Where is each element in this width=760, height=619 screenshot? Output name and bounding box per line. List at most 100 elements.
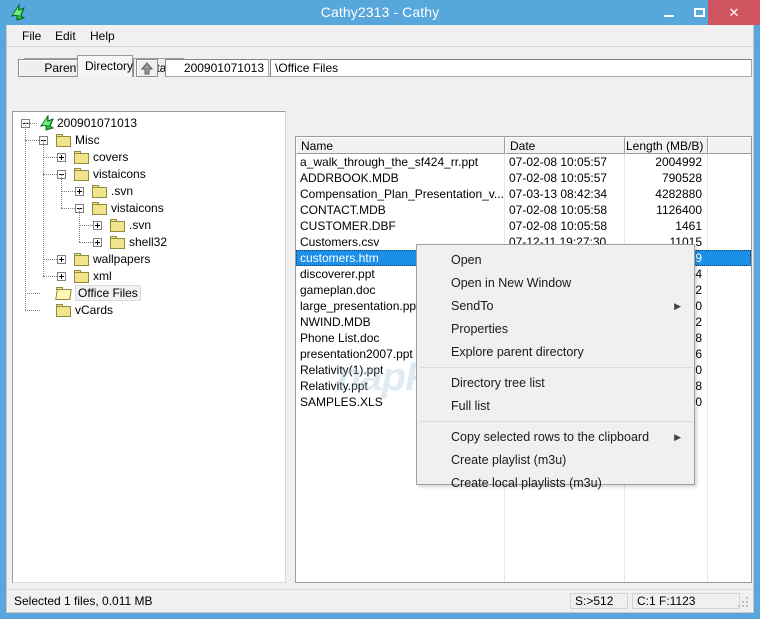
context-menu-item[interactable]: Properties	[418, 318, 695, 341]
tree-connector	[43, 174, 57, 175]
cathy-app-icon	[8, 3, 28, 22]
folder-icon	[74, 168, 90, 181]
file-date: 07-02-08 10:05:57	[509, 171, 608, 185]
directory-tree[interactable]: 200901071013 Misc covers vistaicons .svn vist…	[12, 111, 286, 583]
context-menu-separator	[420, 421, 693, 422]
context-menu-item[interactable]: Create local playlists (m3u)	[418, 472, 695, 495]
context-menu-item-label: Copy selected rows to the clipboard	[451, 430, 650, 444]
column-header-length[interactable]: Length (MB/B)	[625, 137, 708, 154]
file-row[interactable]: a_walk_through_the_sf424_rr.ppt 07-02-08 …	[296, 154, 751, 170]
context-menu-item[interactable]: Open	[418, 249, 695, 272]
close-button[interactable]: ✕	[708, 0, 760, 25]
context-menu-item[interactable]: Create playlist (m3u)	[418, 449, 695, 472]
file-length: 2004992	[655, 155, 702, 169]
tree-connector	[43, 140, 44, 276]
menu-item-help[interactable]: Help	[85, 28, 120, 44]
tree-connector	[79, 225, 93, 226]
tree-node-label: covers	[93, 150, 129, 164]
expand-icon[interactable]	[93, 238, 102, 247]
folder-open-icon	[55, 287, 72, 300]
folder-icon	[74, 151, 90, 164]
tree-node[interactable]: Office Files	[13, 285, 285, 302]
file-row[interactable]: CUSTOMER.DBF 07-02-08 10:05:58 1461	[296, 218, 751, 234]
application-window: Cathy2313 - Cathy ✕ File Edit Help Searc…	[0, 0, 760, 619]
resize-grip[interactable]	[737, 597, 750, 610]
context-menu-item[interactable]: SendTo ▶	[418, 295, 695, 318]
context-menu-item-label: Properties	[451, 322, 508, 336]
context-menu-item[interactable]: Open in New Window	[418, 272, 695, 295]
file-length: 1461	[675, 219, 702, 233]
tree-node[interactable]: .svn	[13, 183, 285, 200]
status-text: Selected 1 files, 0.011 MB	[14, 594, 153, 608]
file-name: presentation2007.ppt	[300, 347, 413, 361]
tree-node-label: wallpapers	[93, 252, 151, 266]
file-date: 07-02-08 10:05:58	[509, 203, 608, 217]
file-name: CONTACT.MDB	[300, 203, 386, 217]
submenu-arrow-icon: ▶	[674, 432, 681, 442]
folder-icon	[74, 270, 90, 283]
menu-item-file[interactable]: File	[17, 28, 46, 44]
tree-connector	[61, 191, 75, 192]
file-length: 1126400	[656, 203, 702, 217]
expand-icon[interactable]	[75, 187, 84, 196]
tree-connector	[25, 140, 39, 141]
context-menu-item[interactable]: Copy selected rows to the clipboard ▶	[418, 426, 695, 449]
file-row[interactable]: Compensation_Plan_Presentation_v... 07-03…	[296, 186, 751, 202]
file-list-header: Name Date Length (MB/B)	[296, 137, 751, 154]
tree-node-label: .svn	[129, 218, 152, 232]
file-length: 4282880	[655, 187, 702, 201]
column-header-blank[interactable]	[708, 137, 751, 154]
tree-connector	[25, 310, 40, 311]
path-field[interactable]: \Office Files	[270, 59, 752, 77]
folder-icon	[74, 253, 90, 266]
cathy-root-icon	[38, 114, 56, 131]
tree-connector	[25, 123, 37, 124]
close-icon: ✕	[728, 4, 740, 20]
column-header-date[interactable]: Date	[505, 137, 625, 154]
title-bar: Cathy2313 - Cathy ✕	[0, 0, 760, 25]
minimize-icon	[654, 0, 684, 25]
folder-icon	[110, 219, 126, 232]
file-name: ADDRBOOK.MDB	[300, 171, 399, 185]
expand-icon[interactable]	[57, 272, 66, 281]
menu-item-edit[interactable]: Edit	[50, 28, 81, 44]
file-name: NWIND.MDB	[300, 315, 371, 329]
tree-node[interactable]: shell32	[13, 234, 285, 251]
folder-icon	[56, 134, 72, 147]
folder-icon	[92, 185, 108, 198]
window-title: Cathy2313 - Cathy	[320, 4, 440, 20]
file-name: large_presentation.ppt	[300, 299, 420, 313]
tree-node-label: vistaicons	[93, 167, 146, 181]
expand-icon[interactable]	[93, 221, 102, 230]
submenu-arrow-icon: ▶	[674, 301, 681, 311]
tree-connector	[43, 259, 57, 260]
minimize-button[interactable]	[654, 0, 684, 25]
context-menu-item[interactable]: Full list	[418, 395, 695, 418]
context-menu[interactable]: Open Open in New Window SendTo ▶ Properties E…	[416, 244, 695, 490]
file-name: Relativity.ppt	[300, 379, 368, 393]
tree-node[interactable]: vCards	[13, 302, 285, 319]
tree-node[interactable]: vistaicons	[13, 200, 285, 217]
tree-connector	[25, 123, 26, 310]
column-header-name[interactable]: Name	[296, 137, 505, 154]
file-name: a_walk_through_the_sf424_rr.ppt	[300, 155, 479, 169]
context-menu-item[interactable]: Explore parent directory	[418, 341, 695, 364]
volume-id-field[interactable]: 200901071013	[165, 59, 269, 77]
expand-icon[interactable]	[57, 153, 66, 162]
file-date: 07-03-13 08:42:34	[509, 187, 608, 201]
file-row[interactable]: ADDRBOOK.MDB 07-02-08 10:05:57 790528	[296, 170, 751, 186]
tree-connector	[43, 157, 57, 158]
context-menu-item[interactable]: Directory tree list	[418, 372, 695, 395]
arrow-up-icon[interactable]	[136, 59, 158, 77]
file-name: Customers.csv	[300, 235, 380, 249]
context-menu-item-label: Directory tree list	[451, 376, 545, 390]
tree-node-label: Office Files	[75, 285, 141, 301]
tree-node-label: xml	[93, 269, 112, 283]
tab-directory[interactable]: Directory	[77, 55, 133, 77]
tree-node[interactable]: Misc	[13, 132, 285, 149]
tree-node[interactable]: .svn	[13, 217, 285, 234]
tree-node[interactable]: 200901071013	[13, 114, 285, 132]
tree-connector	[25, 293, 40, 294]
file-row[interactable]: CONTACT.MDB 07-02-08 10:05:58 1126400	[296, 202, 751, 218]
expand-icon[interactable]	[57, 255, 66, 264]
